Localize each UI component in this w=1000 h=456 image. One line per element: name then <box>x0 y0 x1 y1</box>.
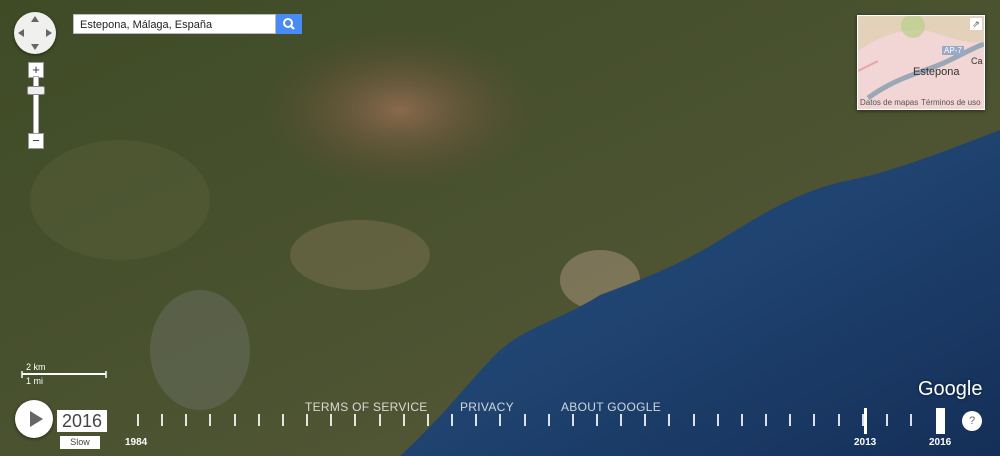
current-year: 2016 <box>57 410 107 432</box>
timeline-tick[interactable] <box>281 414 284 426</box>
privacy-link[interactable]: PRIVACY <box>460 400 514 414</box>
timeline-tick[interactable] <box>620 414 623 426</box>
timeline-tick[interactable] <box>789 414 792 426</box>
timeline-tick[interactable] <box>137 414 139 426</box>
timeline-tick[interactable] <box>813 414 816 426</box>
scale-bar: 2 km 1 mi <box>16 362 108 388</box>
timeline-tick[interactable] <box>185 414 188 426</box>
inset-map-data-link[interactable]: Datos de mapas <box>860 98 918 107</box>
timeline-tick[interactable] <box>547 414 550 426</box>
inset-road-label: AP-7 <box>942 46 964 55</box>
help-icon[interactable]: ? <box>962 411 982 431</box>
timeline-tick[interactable] <box>910 414 912 426</box>
inset-city-label: Estepona <box>913 66 960 78</box>
play-icon[interactable] <box>15 400 53 438</box>
timeline-marker <box>864 408 867 434</box>
timeline-tick[interactable] <box>644 414 647 426</box>
timeline-tick[interactable] <box>354 414 357 426</box>
timeline-tick[interactable] <box>740 414 743 426</box>
timeline-tick[interactable] <box>885 414 888 426</box>
timeline-tick[interactable] <box>161 414 164 426</box>
pan-right-icon[interactable] <box>46 29 52 37</box>
timeline-tick[interactable] <box>765 414 768 426</box>
pan-up-icon[interactable] <box>31 16 39 22</box>
zoom-slider[interactable] <box>33 76 39 134</box>
timeline-tick[interactable] <box>523 414 526 426</box>
timeline-tick[interactable] <box>668 414 671 426</box>
timeline-tick[interactable] <box>451 414 454 426</box>
expand-icon[interactable]: ⇗ <box>970 18 982 30</box>
timeline-tick[interactable] <box>402 414 405 426</box>
timeline-tick[interactable] <box>692 414 695 426</box>
timeline-tick[interactable] <box>233 414 236 426</box>
inset-map[interactable]: Estepona AP-7 Ca Datos de mapas Términos… <box>857 15 985 110</box>
timeline-tick[interactable] <box>716 414 719 426</box>
search-button[interactable] <box>276 14 302 34</box>
timeline-tick[interactable] <box>571 414 574 426</box>
brand-logo: Google <box>918 378 983 400</box>
search-input[interactable]: Estepona, Málaga, España <box>73 14 276 34</box>
timeline-tick[interactable] <box>475 414 478 426</box>
speed-toggle[interactable]: Slow <box>60 436 100 449</box>
satellite-map[interactable] <box>0 0 1000 456</box>
timeline-tick[interactable] <box>306 414 309 426</box>
timeline-tick[interactable] <box>499 414 502 426</box>
zoom-slider-thumb[interactable] <box>27 86 45 95</box>
timeline-tick[interactable] <box>330 414 333 426</box>
search-icon <box>283 18 295 30</box>
scale-imperial: 1 mi <box>26 376 44 386</box>
timeline-handle[interactable] <box>936 408 945 434</box>
timeline-tick[interactable] <box>595 414 598 426</box>
timeline-tick[interactable] <box>426 414 429 426</box>
timeline-tick[interactable] <box>257 414 260 426</box>
zoom-out-button[interactable]: − <box>28 133 44 149</box>
timeline-marker-year: 2013 <box>854 437 877 448</box>
inset-edge-label: Ca <box>971 56 983 66</box>
terms-link[interactable]: TERMS OF SERVICE <box>305 400 428 414</box>
timeline-tick[interactable] <box>378 414 381 426</box>
pan-control-icon[interactable] <box>14 12 56 54</box>
pan-left-icon[interactable] <box>18 29 24 37</box>
timeline-start-year: 1984 <box>125 437 148 448</box>
timeline-tick[interactable] <box>837 414 840 426</box>
timeline-end-year: 2016 <box>929 437 952 448</box>
pan-down-icon[interactable] <box>31 44 39 50</box>
timeline-tick[interactable] <box>209 414 212 426</box>
about-link[interactable]: ABOUT GOOGLE <box>561 400 661 414</box>
inset-terms-link[interactable]: Términos de uso <box>921 98 981 107</box>
